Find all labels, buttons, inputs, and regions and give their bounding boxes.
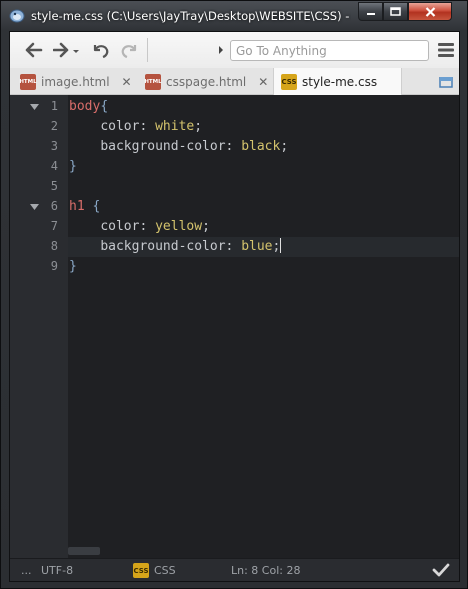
line-number: 7 <box>50 219 58 233</box>
html-file-icon: HTML <box>144 73 162 90</box>
window-controls <box>358 2 452 21</box>
code-text[interactable]: background-color: blue; <box>68 237 459 257</box>
css-language-icon: CSS <box>133 563 149 578</box>
code-text[interactable]: color: yellow; <box>68 217 459 237</box>
line-number: 1 <box>50 99 58 113</box>
goto-expand-icon[interactable] <box>218 46 224 54</box>
tab-label: csspage.html <box>166 74 247 89</box>
komodo-app-icon <box>9 9 25 23</box>
colon: : <box>225 139 242 154</box>
code-editor[interactable]: 1 body{ 2 color: white; 3 background-col… <box>10 95 459 558</box>
code-text[interactable] <box>68 177 459 197</box>
status-bar: ... UTF-8 CSS CSS Ln: 8 Col: 28 <box>10 558 459 581</box>
split-view-icon[interactable] <box>438 74 454 88</box>
code-line-8[interactable]: 8 background-color: blue; <box>10 237 459 257</box>
maximize-icon <box>390 7 401 16</box>
cursor-position: Ln: 8 Col: 28 <box>231 564 301 577</box>
css-property: background-color <box>100 139 226 154</box>
code-text[interactable]: color: white; <box>68 117 459 137</box>
code-text[interactable]: } <box>68 157 459 177</box>
line-number: 5 <box>50 179 58 193</box>
css-file-icon: CSS <box>281 73 297 90</box>
fold-toggle-icon[interactable] <box>30 204 39 210</box>
window-title: style-me.css (C:\Users\JayTray\Desktop\W… <box>31 9 351 23</box>
css-selector: h1 <box>69 199 85 214</box>
toolbar-separator <box>147 38 148 62</box>
undo-icon[interactable] <box>91 41 111 59</box>
text-cursor <box>280 238 282 253</box>
go-to-anything-input[interactable] <box>230 40 429 61</box>
brace: { <box>84 199 101 214</box>
code-line-7[interactable]: 7 color: yellow; <box>10 217 459 237</box>
code-line-3[interactable]: 3 background-color: black; <box>10 137 459 157</box>
forward-arrow-icon[interactable] <box>53 41 73 59</box>
code-text[interactable]: } <box>68 257 459 277</box>
main-toolbar <box>10 32 459 68</box>
code-text[interactable]: h1 { <box>68 197 459 217</box>
html-file-icon: HTML <box>19 73 37 90</box>
code-text[interactable]: body{ <box>68 97 459 117</box>
horizontal-scrollbar[interactable] <box>68 547 100 555</box>
app-window: style-me.css (C:\Users\JayTray\Desktop\W… <box>0 0 468 589</box>
css-value: white <box>155 119 195 134</box>
close-button[interactable] <box>408 2 452 21</box>
forward-history-dropdown-icon[interactable] <box>72 41 80 59</box>
hamburger-menu-icon[interactable] <box>438 42 454 58</box>
code-line-2[interactable]: 2 color: white; <box>10 117 459 137</box>
css-selector: body <box>69 99 101 114</box>
semicolon: ; <box>202 219 210 234</box>
css-value: yellow <box>155 219 203 234</box>
line-number: 8 <box>50 239 58 253</box>
code-text[interactable]: background-color: black; <box>68 137 459 157</box>
tab-csspage-html[interactable]: HTML csspage.html ✕ <box>144 68 273 95</box>
css-property: color <box>100 219 140 234</box>
client-area: HTML image.html ✕ HTML csspage.html ✕ CS… <box>9 31 460 582</box>
css-value: black <box>241 139 281 154</box>
tab-image-html[interactable]: HTML image.html ✕ <box>19 68 145 95</box>
css-property: background-color <box>100 239 226 254</box>
language-indicator[interactable]: CSS <box>154 564 176 577</box>
tab-bar: HTML image.html ✕ HTML csspage.html ✕ CS… <box>10 68 459 95</box>
code-line-9[interactable]: 9 } <box>10 257 459 277</box>
fold-toggle-icon[interactable] <box>30 104 39 110</box>
maximize-button[interactable] <box>383 2 408 21</box>
line-number: 9 <box>50 259 58 273</box>
brace: { <box>100 99 109 114</box>
colon: : <box>225 239 242 254</box>
line-number: 6 <box>50 199 58 213</box>
status-ellipsis[interactable]: ... <box>21 564 32 577</box>
encoding-indicator[interactable]: UTF-8 <box>41 564 73 577</box>
code-line-6[interactable]: 6 h1 { <box>10 197 459 217</box>
colon: : <box>139 219 156 234</box>
tab-label: style-me.css <box>302 74 378 89</box>
css-property: color <box>100 119 140 134</box>
tab-close-icon[interactable]: ✕ <box>258 75 268 89</box>
back-arrow-icon[interactable] <box>24 41 44 59</box>
title-bar[interactable]: style-me.css (C:\Users\JayTray\Desktop\W… <box>1 1 467 31</box>
line-number: 4 <box>50 159 58 173</box>
close-icon <box>425 6 435 17</box>
tab-label: image.html <box>41 74 110 89</box>
semicolon: ; <box>272 239 281 254</box>
brace: } <box>69 259 77 274</box>
tab-close-icon[interactable]: ✕ <box>122 75 132 89</box>
code-line-4[interactable]: 4 } <box>10 157 459 177</box>
minimize-button[interactable] <box>358 2 383 21</box>
checkmark-icon[interactable] <box>432 562 450 578</box>
semicolon: ; <box>280 139 289 154</box>
semicolon: ; <box>194 119 203 134</box>
tab-style-me-css[interactable]: CSS style-me.css <box>273 68 402 95</box>
colon: : <box>139 119 156 134</box>
redo-icon[interactable] <box>119 41 139 59</box>
line-number: 2 <box>50 119 58 133</box>
css-value: blue <box>241 239 273 254</box>
line-number: 3 <box>50 139 58 153</box>
code-line-5[interactable]: 5 <box>10 177 459 197</box>
minimize-icon <box>366 12 375 15</box>
code-line-1[interactable]: 1 body{ <box>10 97 459 117</box>
brace: } <box>69 159 77 174</box>
